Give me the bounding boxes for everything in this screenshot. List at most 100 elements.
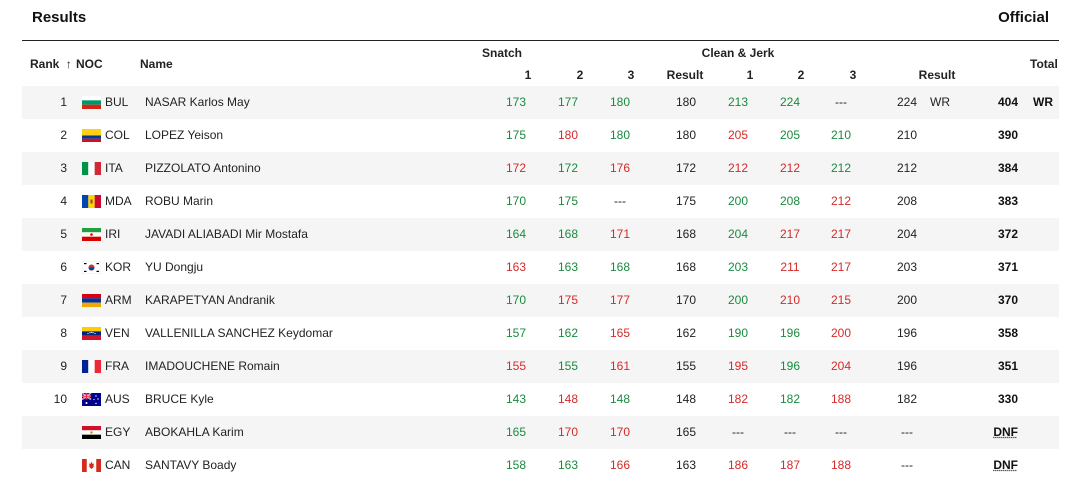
cj-attempt-2: 224	[779, 95, 801, 109]
armenia-flag-icon	[82, 294, 101, 307]
cj-record-badge: WR	[930, 95, 950, 109]
australia-flag-icon	[82, 393, 101, 406]
name-column-header[interactable]: Name	[140, 57, 173, 71]
france-flag-icon	[82, 360, 101, 373]
noc-cell: COL	[105, 128, 130, 142]
noc-cell: EGY	[105, 425, 131, 439]
snatch-attempt-3: 148	[609, 392, 631, 406]
cj-attempt-3: ---	[835, 425, 847, 439]
snatch-attempt-3: 165	[609, 326, 631, 340]
table-row[interactable]: 1 BUL NASAR Karlos May 173 177 180 180 213 224 --…	[22, 86, 1059, 119]
snatch-attempt-3: 170	[609, 425, 631, 439]
snatch-attempt-2: 163	[557, 458, 579, 472]
noc-cell: IRI	[105, 227, 121, 241]
snatch-attempt-2: 175	[557, 194, 579, 208]
athlete-name[interactable]: VALLENILLA SANCHEZ Keydomar	[145, 317, 333, 350]
athlete-name[interactable]: YU Dongju	[145, 251, 203, 284]
cj-attempt-2: 208	[779, 194, 801, 208]
results-title: Results	[32, 9, 87, 26]
snatch-result: 172	[675, 161, 697, 175]
snatch-attempt-2: 180	[557, 128, 579, 142]
cj-attempt-1: 195	[727, 359, 749, 373]
athlete-name[interactable]: BRUCE Kyle	[145, 383, 214, 416]
korea-flag-icon	[82, 261, 101, 274]
colombia-flag-icon	[82, 129, 101, 142]
cj-attempt-3: 215	[830, 293, 852, 307]
cj-attempt-3: 212	[830, 161, 852, 175]
iran-flag-icon	[82, 228, 101, 241]
cj-attempt-1: 212	[727, 161, 749, 175]
snatch-attempt-1: 170	[505, 293, 527, 307]
total-cell: 351	[997, 359, 1018, 373]
cj-attempt-1: 190	[727, 326, 749, 340]
total-cell: 370	[997, 293, 1018, 307]
rank-cell: 5	[60, 227, 67, 241]
athlete-name[interactable]: NASAR Karlos May	[145, 86, 250, 119]
snatch-result: 163	[675, 458, 697, 472]
snatch-result: 162	[675, 326, 697, 340]
cj-attempt-2: 217	[779, 227, 801, 241]
snatch-group-header: Snatch	[481, 46, 523, 60]
snatch-result: 148	[675, 392, 697, 406]
cj-attempt-2: 205	[779, 128, 801, 142]
snatch-attempt-2: 177	[557, 95, 579, 109]
table-row[interactable]: 4 MDA ROBU Marin 170 175 --- 175 200 208 212 208 38…	[22, 185, 1059, 218]
cj-attempt-2: ---	[784, 425, 796, 439]
athlete-name[interactable]: JAVADI ALIABADI Mir Mostafa	[145, 218, 308, 251]
rank-cell: 4	[60, 194, 67, 208]
table-row[interactable]: 6 KOR YU Dongju 163 163 168 168 203 211 217 203 371	[22, 251, 1059, 284]
noc-cell: KOR	[105, 260, 132, 274]
cj-result: 203	[896, 260, 918, 274]
snatch-result: 155	[675, 359, 697, 373]
rank-cell: 6	[60, 260, 67, 274]
total-cell: 330	[997, 392, 1018, 406]
snatch-attempt-3: ---	[614, 194, 626, 208]
table-row[interactable]: EGY ABOKAHLA Karim 165 170 170 165 --- --- --- --…	[22, 416, 1059, 449]
cj-result: 204	[896, 227, 918, 241]
noc-cell: ITA	[105, 161, 123, 175]
total-column-header: Total	[1030, 57, 1058, 71]
canada-flag-icon	[82, 459, 101, 472]
cj-attempt-1: ---	[732, 425, 744, 439]
total-cell: 384	[997, 161, 1018, 175]
total-cell: DNF	[993, 425, 1018, 439]
rank-column-header[interactable]: Rank ↑	[30, 57, 72, 71]
table-row[interactable]: 8 VEN VALLENILLA SANCHEZ Keydomar 157 162 165…	[22, 317, 1059, 350]
snatch-attempt-2: 162	[557, 326, 579, 340]
snatch-result: 180	[675, 128, 697, 142]
rank-cell: 1	[60, 95, 67, 109]
noc-column-header[interactable]: NOC	[76, 57, 103, 71]
official-status: Official	[998, 9, 1049, 26]
athlete-name[interactable]: SANTAVY Boady	[145, 449, 236, 482]
table-row[interactable]: 3 ITA PIZZOLATO Antonino 172 172 176 172 212 212…	[22, 152, 1059, 185]
rank-cell: 10	[53, 392, 67, 406]
athlete-name[interactable]: ABOKAHLA Karim	[145, 416, 244, 449]
athlete-name[interactable]: LOPEZ Yeison	[145, 119, 223, 152]
total-record-badge: WR	[1033, 95, 1053, 109]
table-row[interactable]: 5 IRI JAVADI ALIABADI Mir Mostafa 164 168 171…	[22, 218, 1059, 251]
rank-cell: 2	[60, 128, 67, 142]
cj-attempt-1: 213	[727, 95, 749, 109]
athlete-name[interactable]: KARAPETYAN Andranik	[145, 284, 275, 317]
table-row[interactable]: 9 FRA IMADOUCHENE Romain 155 155 161 155 195 196…	[22, 350, 1059, 383]
table-row[interactable]: 7 ARM KARAPETYAN Andranik 170 175 177 170 200 21…	[22, 284, 1059, 317]
snatch-attempt-1-header: 1	[524, 68, 532, 82]
rank-cell: 3	[60, 161, 67, 175]
snatch-result: 168	[675, 260, 697, 274]
athlete-name[interactable]: PIZZOLATO Antonino	[145, 152, 261, 185]
total-cell: 383	[997, 194, 1018, 208]
cj-result: 210	[896, 128, 918, 142]
cj-result: 196	[896, 326, 918, 340]
table-row[interactable]: 10 AUS BRUCE Kyle 143 148 148 148 182 182 188 182 3…	[22, 383, 1059, 416]
snatch-attempt-2: 168	[557, 227, 579, 241]
up-arrow-icon: ↑	[65, 57, 72, 71]
snatch-attempt-3: 177	[609, 293, 631, 307]
snatch-attempt-1: 163	[505, 260, 527, 274]
athlete-name[interactable]: IMADOUCHENE Romain	[145, 350, 280, 383]
athlete-name[interactable]: ROBU Marin	[145, 185, 213, 218]
table-row[interactable]: 2 COL LOPEZ Yeison 175 180 180 180 205 205 210 210…	[22, 119, 1059, 152]
snatch-attempt-1: 157	[505, 326, 527, 340]
cj-attempt-1: 204	[727, 227, 749, 241]
snatch-attempt-3: 180	[609, 128, 631, 142]
table-row[interactable]: CAN SANTAVY Boady 158 163 166 163 186 187 188 ---…	[22, 449, 1059, 482]
